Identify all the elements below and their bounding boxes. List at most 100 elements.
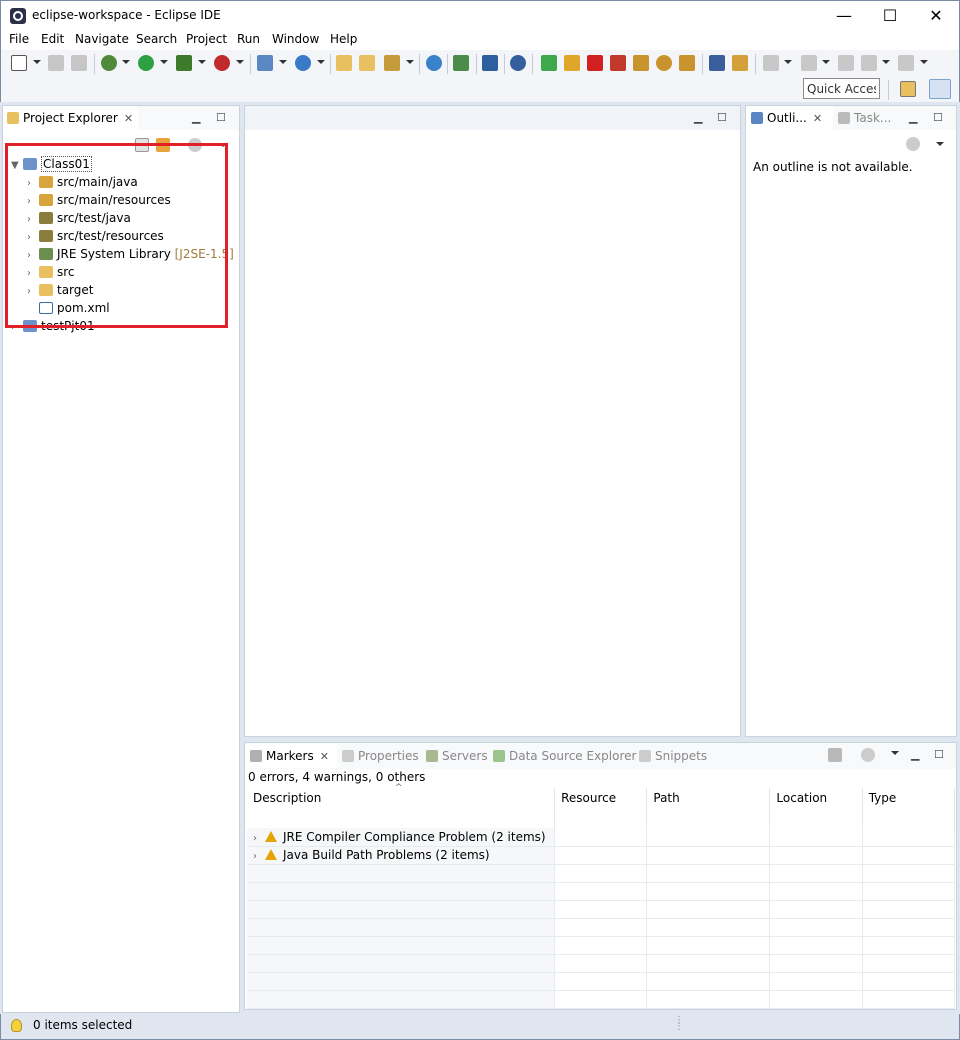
column-path[interactable]: Path bbox=[646, 788, 771, 828]
external-tools-icon[interactable] bbox=[214, 55, 230, 71]
collapsed-chevron-icon[interactable]: › bbox=[253, 833, 257, 844]
previous-annotation-dropdown-icon[interactable] bbox=[822, 60, 830, 64]
coverage-icon[interactable] bbox=[176, 55, 192, 71]
column-description[interactable]: Description bbox=[247, 788, 556, 828]
tab-snippets[interactable]: Snippets bbox=[639, 744, 707, 768]
eclipse-icon bbox=[10, 8, 26, 24]
disconnect-icon[interactable] bbox=[610, 55, 626, 71]
java-perspective-icon[interactable] bbox=[929, 79, 951, 99]
step-return-icon[interactable] bbox=[679, 55, 695, 71]
table-cell bbox=[554, 918, 648, 937]
table-cell bbox=[554, 936, 648, 955]
minimize-view-icon[interactable]: ▁ bbox=[909, 111, 917, 124]
terminate-icon[interactable] bbox=[587, 55, 603, 71]
column-type[interactable]: Type bbox=[862, 788, 956, 828]
quick-access-input[interactable] bbox=[803, 78, 880, 99]
view-dropdown-icon[interactable] bbox=[891, 751, 899, 755]
menu-file[interactable]: File bbox=[9, 32, 29, 46]
minimize-button[interactable]: — bbox=[821, 1, 867, 31]
menu-help[interactable]: Help bbox=[330, 32, 357, 46]
filter-icon[interactable] bbox=[828, 748, 842, 762]
tab-servers[interactable]: Servers bbox=[426, 744, 488, 768]
close-button[interactable]: ✕ bbox=[913, 1, 959, 31]
table-cell bbox=[769, 918, 863, 937]
collapsed-chevron-icon[interactable]: › bbox=[253, 851, 257, 862]
back-dropdown-icon[interactable] bbox=[882, 60, 890, 64]
forward-icon[interactable] bbox=[898, 55, 914, 71]
new-dropdown-icon[interactable] bbox=[33, 60, 41, 64]
previous-annotation-icon[interactable] bbox=[801, 55, 817, 71]
maximize-view-icon[interactable]: ☐ bbox=[216, 111, 226, 124]
new-java-dropdown-icon[interactable] bbox=[279, 60, 287, 64]
tab-data-source-explorer[interactable]: Data Source Explorer bbox=[493, 744, 636, 768]
tab-data-source-label: Data Source Explorer bbox=[509, 749, 637, 763]
toolbar-separator bbox=[447, 54, 448, 74]
drop-to-frame-icon[interactable] bbox=[709, 55, 725, 71]
run-dropdown-icon[interactable] bbox=[160, 60, 168, 64]
minimize-view-icon[interactable]: ▁ bbox=[192, 111, 200, 124]
new-class-dropdown-icon[interactable] bbox=[317, 60, 325, 64]
menu-window[interactable]: Window bbox=[272, 32, 319, 46]
open-type-icon[interactable] bbox=[336, 55, 352, 71]
suspend-icon[interactable] bbox=[564, 55, 580, 71]
menu-edit[interactable]: Edit bbox=[41, 32, 64, 46]
tab-properties[interactable]: Properties bbox=[342, 744, 419, 768]
tab-task-list[interactable]: Task... bbox=[838, 106, 898, 130]
menu-search[interactable]: Search bbox=[136, 32, 177, 46]
search-icon[interactable] bbox=[384, 55, 400, 71]
open-perspective-icon[interactable] bbox=[900, 81, 916, 97]
debug-dropdown-icon[interactable] bbox=[122, 60, 130, 64]
new-icon[interactable] bbox=[11, 55, 27, 71]
forward-dropdown-icon[interactable] bbox=[920, 60, 928, 64]
open-resource-icon[interactable] bbox=[359, 55, 375, 71]
maximize-view-icon[interactable]: ☐ bbox=[934, 748, 944, 761]
last-edit-icon[interactable] bbox=[838, 55, 854, 71]
tab-project-explorer[interactable]: Project Explorer ✕ bbox=[3, 106, 138, 130]
step-into-icon[interactable] bbox=[633, 55, 649, 71]
view-menu-icon[interactable] bbox=[861, 748, 875, 762]
tab-outline[interactable]: Outli... ✕ bbox=[746, 106, 833, 130]
tab-markers[interactable]: Markers ✕ bbox=[245, 744, 337, 768]
save-all-icon[interactable] bbox=[71, 55, 87, 71]
resume-icon[interactable] bbox=[541, 55, 557, 71]
next-annotation-dropdown-icon[interactable] bbox=[784, 60, 792, 64]
minimize-editor-icon[interactable]: ▁ bbox=[694, 111, 702, 124]
close-tab-icon[interactable]: ✕ bbox=[124, 112, 133, 125]
project-explorer-icon bbox=[7, 112, 19, 124]
maximize-button[interactable]: ☐ bbox=[867, 1, 913, 31]
table-cell bbox=[554, 828, 648, 847]
maximize-view-icon[interactable]: ☐ bbox=[933, 111, 943, 124]
minimize-view-icon[interactable]: ▁ bbox=[911, 748, 919, 761]
external-tools-dropdown-icon[interactable] bbox=[236, 60, 244, 64]
debug-icon[interactable] bbox=[101, 55, 117, 71]
maximize-editor-icon[interactable]: ☐ bbox=[717, 111, 727, 124]
back-icon[interactable] bbox=[861, 55, 877, 71]
globe-icon[interactable] bbox=[426, 55, 442, 71]
skip-breakpoints-icon[interactable] bbox=[510, 55, 526, 71]
close-tab-icon[interactable]: ✕ bbox=[813, 112, 822, 125]
close-tab-icon[interactable]: ✕ bbox=[320, 750, 329, 763]
view-menu-icon[interactable] bbox=[906, 137, 920, 151]
toolbar-separator bbox=[504, 54, 505, 74]
new-java-project-icon[interactable] bbox=[257, 55, 273, 71]
build-icon[interactable] bbox=[453, 55, 469, 71]
save-icon[interactable] bbox=[48, 55, 64, 71]
table-row[interactable]: › Java Build Path Problems (2 items) bbox=[247, 846, 956, 865]
console-icon[interactable] bbox=[482, 55, 498, 71]
menu-navigate[interactable]: Navigate bbox=[75, 32, 129, 46]
table-row bbox=[247, 936, 956, 955]
use-step-filters-icon[interactable] bbox=[732, 55, 748, 71]
next-annotation-icon[interactable] bbox=[763, 55, 779, 71]
menu-run[interactable]: Run bbox=[237, 32, 260, 46]
status-separator-grip[interactable]: ⋮ ⋮ bbox=[674, 1016, 684, 1032]
view-dropdown-icon[interactable] bbox=[936, 142, 944, 146]
column-location[interactable]: Location bbox=[769, 788, 863, 828]
column-resource[interactable]: Resource bbox=[554, 788, 648, 828]
step-over-icon[interactable] bbox=[656, 55, 672, 71]
menu-project[interactable]: Project bbox=[186, 32, 227, 46]
run-icon[interactable] bbox=[138, 55, 154, 71]
new-class-icon[interactable] bbox=[295, 55, 311, 71]
coverage-dropdown-icon[interactable] bbox=[198, 60, 206, 64]
table-row[interactable]: › JRE Compiler Compliance Problem (2 item… bbox=[247, 828, 956, 847]
search-dropdown-icon[interactable] bbox=[406, 60, 414, 64]
